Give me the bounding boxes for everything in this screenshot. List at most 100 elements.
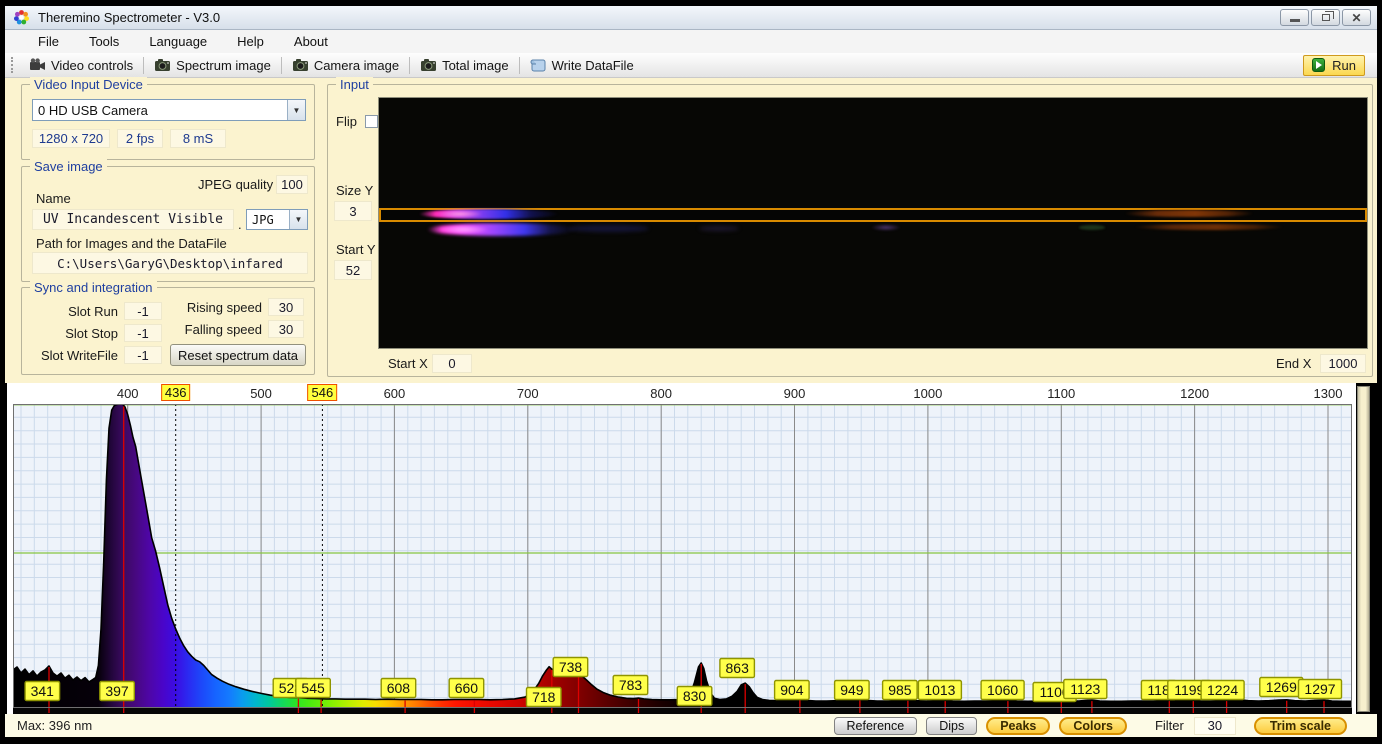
toolbar: Video controls Spectrum image Camera ima… xyxy=(5,53,1377,78)
run-button[interactable]: Run xyxy=(1303,54,1365,76)
input-group: Input Flip Size Y 3 Start Y 52 Start X 0… xyxy=(327,77,1373,377)
path-label: Path for Images and the DataFile xyxy=(36,236,227,251)
axis-tick-label: 600 xyxy=(383,386,406,401)
minimize-button[interactable] xyxy=(1280,9,1309,26)
dips-button[interactable]: Dips xyxy=(926,716,978,735)
toolbar-item-label: Write DataFile xyxy=(551,57,634,73)
video-device-value: 0 HD USB Camera xyxy=(38,102,148,118)
svg-text:1060: 1060 xyxy=(987,682,1018,698)
menu-tools[interactable]: Tools xyxy=(74,31,134,52)
svg-text:1013: 1013 xyxy=(924,682,955,698)
spectrum-streak-lower-core xyxy=(439,225,489,234)
menu-language[interactable]: Language xyxy=(134,31,222,52)
peak-label: 660 xyxy=(448,677,485,699)
svg-text:783: 783 xyxy=(619,677,643,693)
svg-text:545: 545 xyxy=(301,680,325,696)
rising-speed-label: Rising speed xyxy=(186,300,262,315)
group-title: Video Input Device xyxy=(30,77,147,92)
rising-speed-field[interactable]: 30 xyxy=(268,298,304,316)
svg-text:904: 904 xyxy=(780,682,804,698)
scroll-icon xyxy=(530,59,546,72)
spectrum-image-button[interactable]: Spectrum image xyxy=(146,56,279,75)
reference-line-label[interactable]: 436 xyxy=(160,384,191,401)
name-label: Name xyxy=(36,191,71,206)
restore-button[interactable] xyxy=(1311,9,1340,26)
colors-button[interactable]: Colors xyxy=(1059,716,1127,735)
peak-label: 1013 xyxy=(917,679,963,701)
restore-icon xyxy=(1321,11,1334,21)
peak-label: 1123 xyxy=(1063,678,1108,700)
start-y-label: Start Y xyxy=(336,242,376,257)
start-x-field[interactable]: 0 xyxy=(432,354,472,373)
jpeg-quality-field[interactable]: 100 xyxy=(276,175,308,194)
start-y-field[interactable]: 52 xyxy=(334,260,372,280)
peak-label: 949 xyxy=(833,679,870,701)
filter-field[interactable]: 30 xyxy=(1193,716,1236,735)
image-name-field[interactable]: UV Incandescent Visible xyxy=(32,209,234,230)
start-x-label: Start X xyxy=(388,356,428,371)
jpeg-quality-label: JPEG quality xyxy=(198,177,274,192)
axis-tick-label: 400 xyxy=(116,386,139,401)
peak-label: 904 xyxy=(773,679,810,701)
slot-writefile-label: Slot WriteFile xyxy=(40,348,118,363)
reference-line-label[interactable]: 546 xyxy=(307,384,338,401)
peak-label: 738 xyxy=(552,656,589,678)
trim-scale-button[interactable]: Trim scale xyxy=(1253,716,1347,735)
toolbar-item-label: Total image xyxy=(442,57,509,73)
slot-run-field[interactable]: -1 xyxy=(124,302,162,320)
peak-label: 783 xyxy=(612,674,649,696)
slot-writefile-field[interactable]: -1 xyxy=(124,346,162,364)
menu-file[interactable]: File xyxy=(23,31,74,52)
slot-stop-field[interactable]: -1 xyxy=(124,324,162,342)
application-window: Theremino Spectrometer - V3.0 ✕ File Too… xyxy=(0,0,1382,744)
path-field[interactable]: C:\Users\GaryG\Desktop\infared xyxy=(32,252,308,274)
falling-speed-label: Falling speed xyxy=(184,322,262,337)
peak-label: 1224 xyxy=(1200,679,1245,701)
wavelength-axis: 400 500 600 700 800 900 1000 1100 1200 1300 436 546 xyxy=(7,383,1356,404)
peak-label: 718 xyxy=(525,686,562,708)
format-dropdown[interactable]: JPG ▼ xyxy=(246,209,308,230)
video-controls-button[interactable]: Video controls xyxy=(21,56,141,75)
flip-label: Flip xyxy=(336,114,357,129)
close-icon: ✕ xyxy=(1351,10,1362,25)
window-title: Theremino Spectrometer - V3.0 xyxy=(38,10,221,25)
peak-label: 1060 xyxy=(980,679,1025,701)
flip-checkbox[interactable] xyxy=(365,115,378,128)
chevron-down-icon: ▼ xyxy=(287,100,305,120)
video-device-dropdown[interactable]: 0 HD USB Camera ▼ xyxy=(32,99,306,121)
svg-text:660: 660 xyxy=(455,680,479,696)
total-image-button[interactable]: Total image xyxy=(412,56,516,75)
control-panel-area: Video Input Device 0 HD USB Camera ▼ 128… xyxy=(5,77,1377,383)
reference-button[interactable]: Reference xyxy=(833,716,918,735)
peaks-button[interactable]: Peaks xyxy=(986,716,1051,735)
menu-about[interactable]: About xyxy=(279,31,343,52)
toolbar-item-label: Spectrum image xyxy=(176,57,271,73)
group-title: Input xyxy=(336,77,373,92)
end-x-field[interactable]: 1000 xyxy=(1320,354,1366,373)
infrared-streak-band xyxy=(1124,210,1254,217)
axis-tick-label: 1000 xyxy=(913,386,943,401)
peak-label: 1269 xyxy=(1259,676,1304,698)
reset-spectrum-button[interactable]: Reset spectrum data xyxy=(170,344,306,366)
violet-speck xyxy=(871,224,901,231)
camera-image-button[interactable]: Camera image xyxy=(284,56,407,75)
size-y-field[interactable]: 3 xyxy=(334,201,372,221)
write-datafile-button[interactable]: Write DataFile xyxy=(522,56,642,75)
sync-group: Sync and integration Slot Run -1 Slot St… xyxy=(21,280,315,375)
svg-text:1199: 1199 xyxy=(1174,682,1204,698)
camera-icon xyxy=(155,59,171,71)
fps-badge: 2 fps xyxy=(117,129,163,148)
infrared-streak-lower xyxy=(1134,224,1284,230)
falling-speed-field[interactable]: 30 xyxy=(268,320,304,338)
axis-tick-label: 1300 xyxy=(1313,386,1343,401)
menu-help[interactable]: Help xyxy=(222,31,279,52)
toolbar-separator xyxy=(409,56,411,74)
slot-stop-label: Slot Stop xyxy=(65,326,118,341)
app-logo-icon xyxy=(14,10,29,25)
peak-label: 341 xyxy=(24,680,61,702)
trim-slider[interactable] xyxy=(1357,386,1370,712)
size-y-label: Size Y xyxy=(336,183,374,198)
close-button[interactable]: ✕ xyxy=(1342,9,1371,26)
slot-run-label: Slot Run xyxy=(68,304,118,319)
peak-label: 830 xyxy=(676,685,713,707)
